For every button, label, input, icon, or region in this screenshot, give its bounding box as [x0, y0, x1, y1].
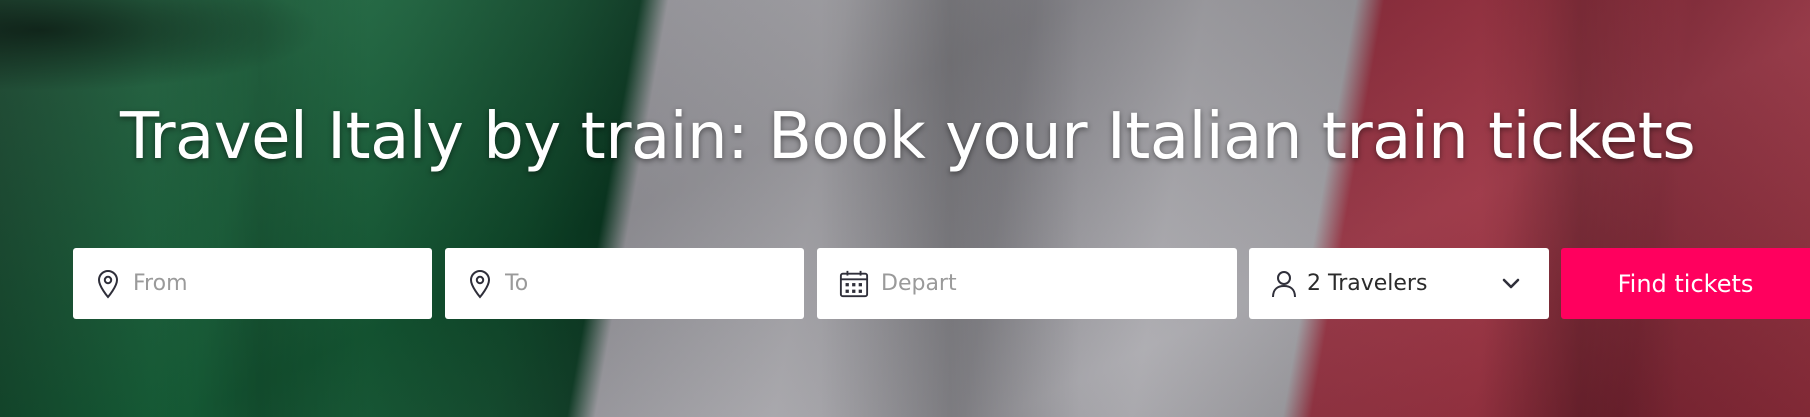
depart-field[interactable]: [817, 248, 1237, 319]
chevron-down-icon[interactable]: [1499, 272, 1523, 296]
flag-fold-shading: [820, 0, 1080, 417]
map-pin-icon: [467, 269, 493, 299]
calendar-icon: [839, 269, 869, 299]
find-tickets-button[interactable]: Find tickets: [1561, 248, 1810, 319]
travelers-select[interactable]: 2 Travelers: [1249, 248, 1549, 319]
page-title: Travel Italy by train: Book your Italian…: [120, 100, 1696, 174]
person-icon: [1269, 269, 1299, 299]
travelers-label: 2 Travelers: [1307, 271, 1428, 296]
from-field[interactable]: [73, 248, 432, 319]
map-pin-icon: [95, 269, 121, 299]
flag-fold-shading: [1480, 0, 1680, 417]
flag-fold-shading: [150, 0, 370, 417]
depart-input[interactable]: [881, 271, 1237, 296]
to-field[interactable]: [445, 248, 804, 319]
to-input[interactable]: [505, 271, 804, 296]
hero-banner: Travel Italy by train: Book your Italian…: [0, 0, 1810, 417]
from-input[interactable]: [133, 271, 432, 296]
